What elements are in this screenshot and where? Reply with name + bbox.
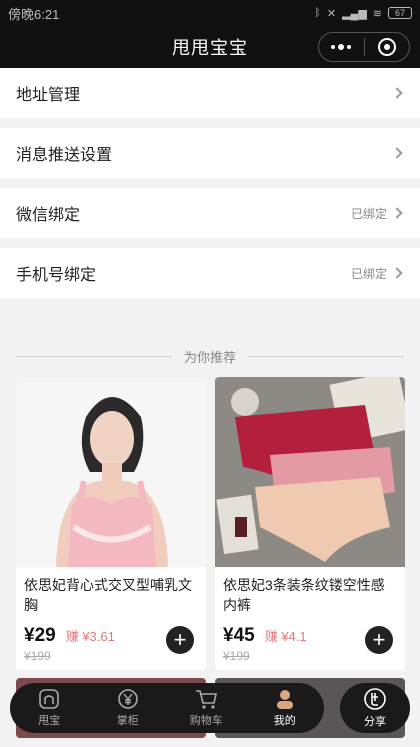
target-circle-icon bbox=[377, 38, 396, 56]
settings-row-push[interactable]: 消息推送设置 bbox=[0, 128, 420, 178]
signal-icon: ▂▄▆ bbox=[342, 7, 367, 20]
more-button[interactable] bbox=[319, 33, 364, 61]
settings-row-status: 已绑定 bbox=[350, 266, 387, 281]
product-name[interactable]: 依思妃3条装条纹镂空性感内裤 bbox=[215, 567, 405, 615]
product-price: ¥45 bbox=[223, 625, 255, 646]
user-icon bbox=[276, 690, 293, 709]
tab-label: 掌柜 bbox=[116, 715, 139, 727]
tab-mine[interactable]: 我的 bbox=[255, 688, 315, 728]
yen-coin-icon bbox=[117, 689, 138, 709]
tab-label: 我的 bbox=[273, 715, 296, 727]
product-image-bra[interactable] bbox=[16, 377, 206, 567]
status-time: 傍晚6:21 bbox=[8, 6, 60, 22]
tab-shopkeeper[interactable]: 掌柜 bbox=[98, 688, 158, 728]
settings-row-label: 消息推送设置 bbox=[16, 147, 113, 164]
chevron-right-icon bbox=[391, 147, 403, 159]
settings-row-status: 已绑定 bbox=[350, 206, 387, 221]
share-label: 分享 bbox=[364, 716, 386, 728]
bluetooth-icon: ᛒ bbox=[314, 7, 321, 19]
product-card[interactable]: 依思妃3条装条纹镂空性感内裤 ¥45 赚 ¥4.1 ¥199 + bbox=[215, 377, 405, 670]
settings-row-phone[interactable]: 手机号绑定 已绑定 bbox=[0, 248, 420, 298]
recommend-header: 为你推荐 bbox=[16, 346, 405, 366]
mute-icon: ✕ bbox=[326, 7, 337, 20]
settings-row-label: 手机号绑定 bbox=[16, 267, 97, 284]
tab-home[interactable]: 甩宝 bbox=[19, 688, 79, 728]
chevron-right-icon bbox=[391, 207, 403, 219]
chevron-right-icon bbox=[391, 267, 403, 279]
product-name[interactable]: 依思妃背心式交叉型哺乳文胸 bbox=[16, 567, 206, 615]
tab-cart[interactable]: 购物车 bbox=[176, 688, 236, 728]
add-to-cart-button[interactable]: + bbox=[365, 626, 393, 654]
settings-row-address[interactable]: 地址管理 bbox=[0, 68, 420, 118]
chevron-right-icon bbox=[391, 87, 403, 99]
settings-row-wechat[interactable]: 微信绑定 已绑定 bbox=[0, 188, 420, 238]
share-icon bbox=[364, 688, 386, 710]
nav-bar: 甩甩宝宝 bbox=[0, 26, 420, 68]
bottom-tab-bar: 甩宝 掌柜 购物车 我的 bbox=[10, 683, 324, 733]
tab-label: 甩宝 bbox=[38, 715, 61, 727]
product-original-price: ¥199 bbox=[223, 649, 250, 663]
product-image-panties[interactable] bbox=[215, 377, 405, 567]
miniprogram-capsule bbox=[318, 32, 410, 62]
product-price: ¥29 bbox=[24, 625, 56, 646]
close-miniprogram-button[interactable] bbox=[365, 33, 410, 61]
product-earn: 赚 ¥4.1 bbox=[264, 629, 307, 644]
battery-icon: 67 bbox=[388, 7, 412, 19]
wifi-icon: ≋ bbox=[372, 7, 382, 20]
share-button[interactable]: 分享 bbox=[340, 683, 410, 733]
product-earn: 赚 ¥3.61 bbox=[65, 629, 115, 644]
product-card[interactable]: 依思妃背心式交叉型哺乳文胸 ¥29 赚 ¥3.61 ¥199 + bbox=[16, 377, 206, 670]
home-icon bbox=[39, 689, 60, 709]
add-to-cart-button[interactable]: + bbox=[166, 626, 194, 654]
status-bar: 傍晚6:21 ᛒ ✕ ▂▄▆ ≋ 67 bbox=[0, 0, 420, 26]
product-original-price: ¥199 bbox=[24, 649, 51, 663]
more-dots-icon bbox=[331, 44, 352, 50]
page-title: 甩甩宝宝 bbox=[172, 38, 248, 58]
settings-list: 地址管理 消息推送设置 微信绑定 已绑定 手机号绑定 已绑定 bbox=[0, 68, 420, 308]
tab-label: 购物车 bbox=[189, 715, 223, 727]
settings-row-label: 地址管理 bbox=[16, 87, 81, 104]
recommend-title: 为你推荐 bbox=[184, 349, 237, 365]
status-icons: ᛒ ✕ ▂▄▆ ≋ 67 bbox=[314, 7, 412, 20]
settings-row-label: 微信绑定 bbox=[16, 207, 81, 224]
cart-icon bbox=[196, 690, 218, 709]
